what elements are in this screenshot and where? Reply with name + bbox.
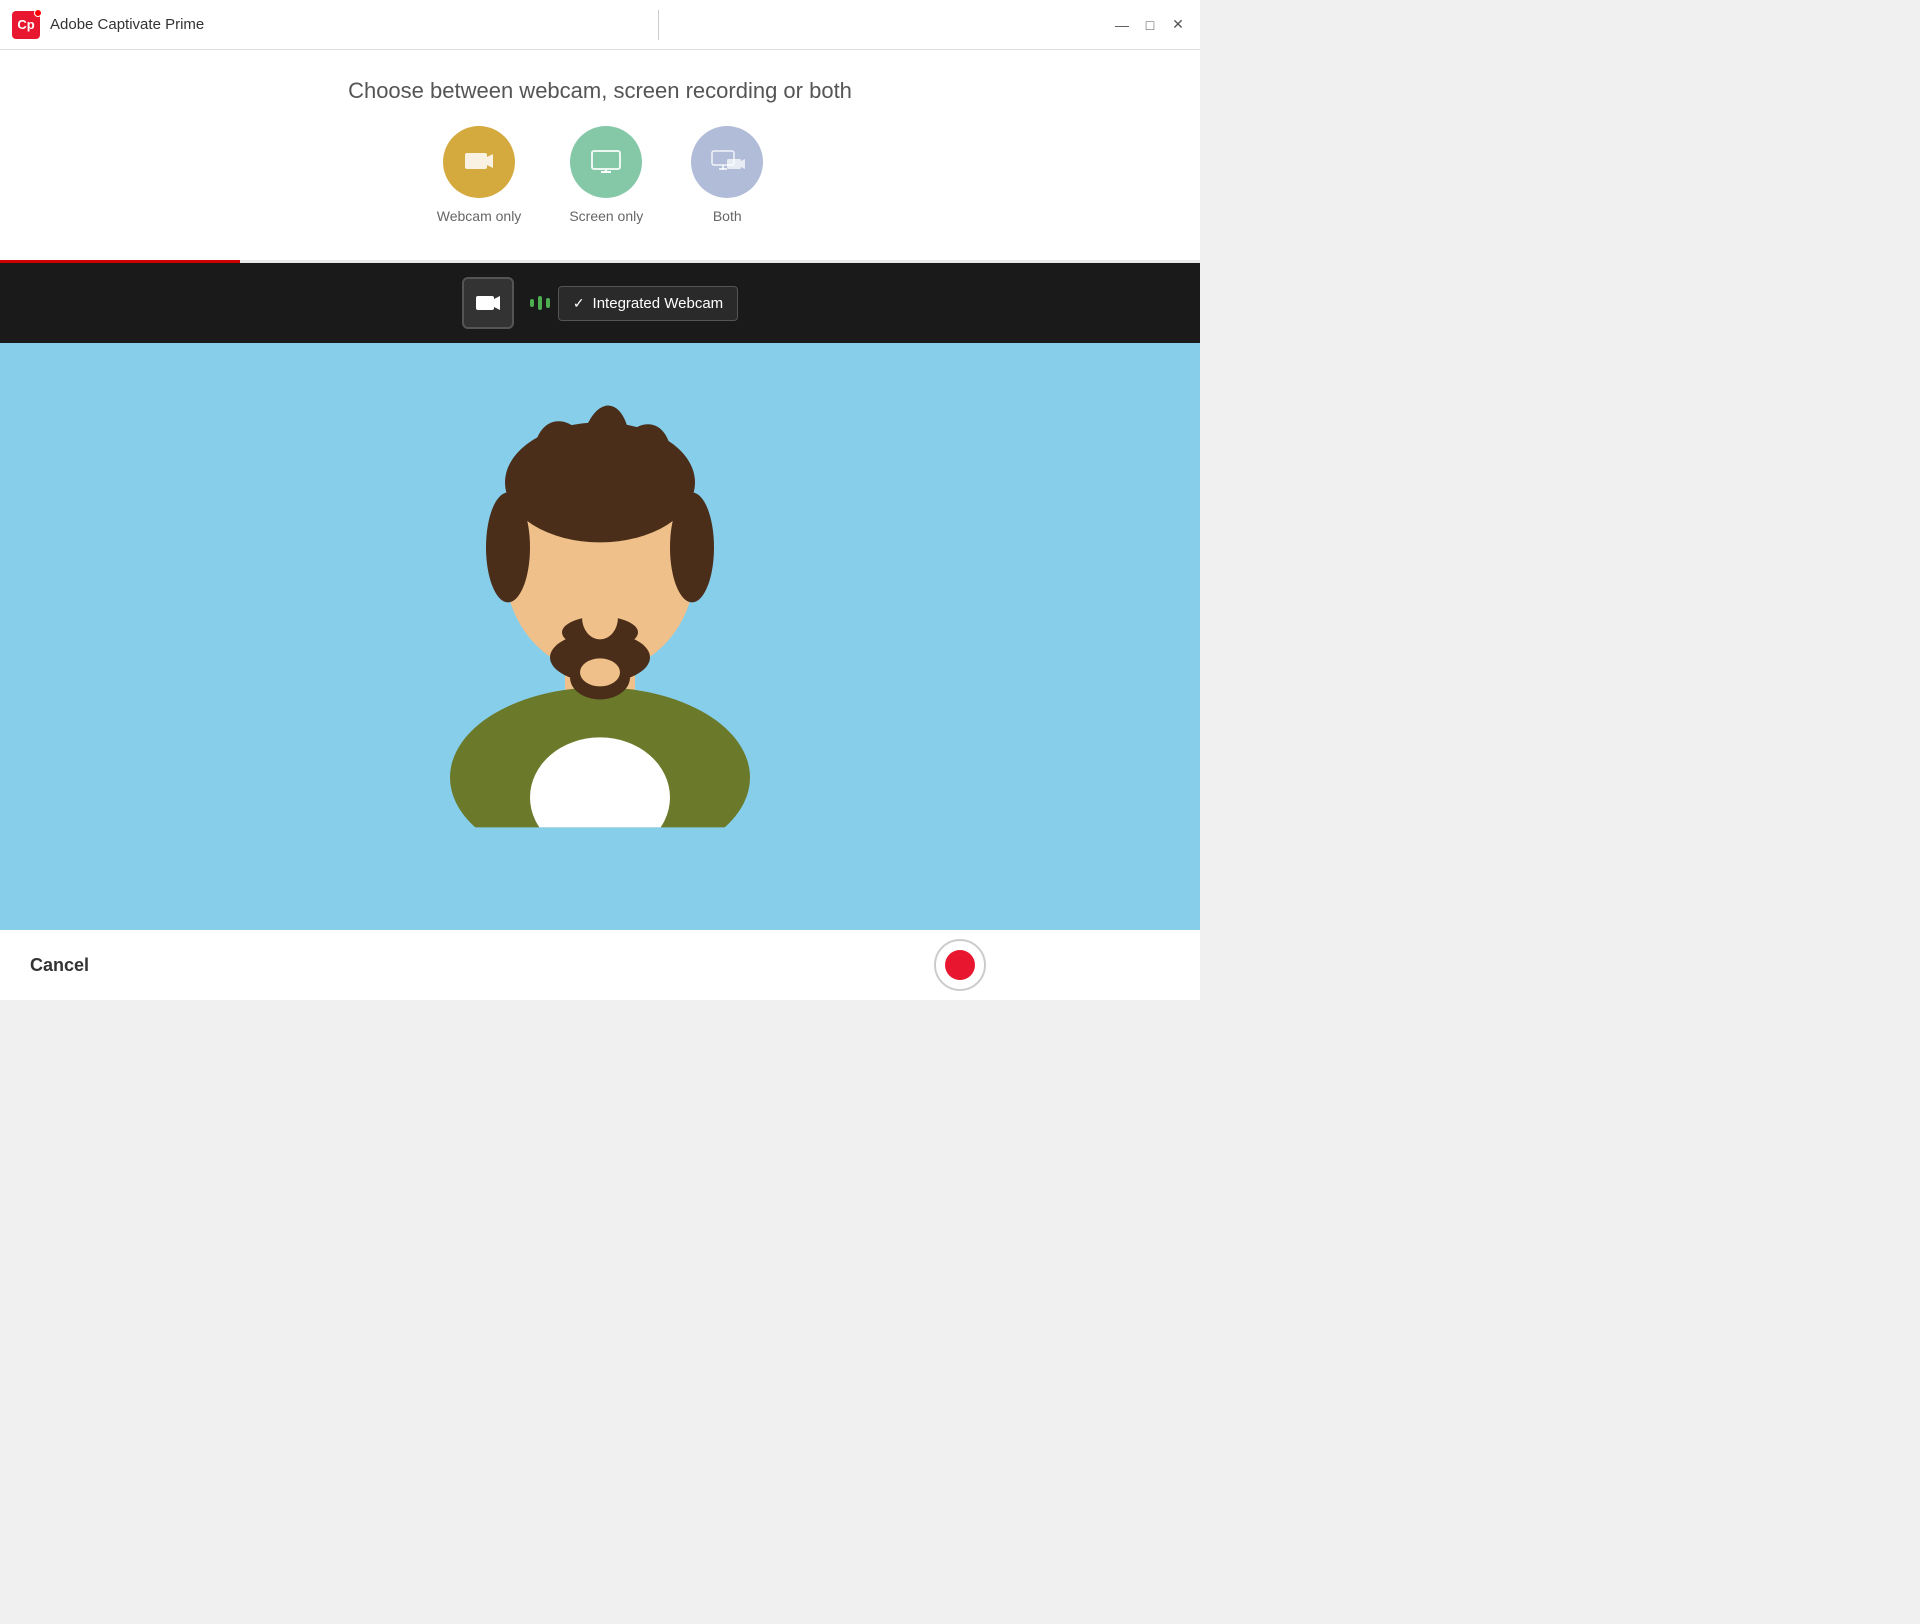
webcam-only-option[interactable]: Webcam only bbox=[437, 126, 522, 224]
camera-control-area: ✓ Integrated Webcam bbox=[462, 277, 738, 329]
microphone-level bbox=[530, 296, 550, 310]
mic-bar-2 bbox=[538, 296, 542, 310]
app-logo: Cp bbox=[12, 11, 40, 39]
header-section: Choose between webcam, screen recording … bbox=[0, 50, 1200, 260]
screen-only-label: Screen only bbox=[569, 208, 643, 224]
both-icon bbox=[709, 144, 745, 180]
avatar-svg bbox=[410, 347, 790, 827]
both-option[interactable]: Both bbox=[691, 126, 763, 224]
minimize-button[interactable]: — bbox=[1112, 18, 1132, 32]
record-button[interactable] bbox=[934, 939, 986, 991]
screen-only-option[interactable]: Screen only bbox=[569, 126, 643, 224]
window-controls: — □ ✕ bbox=[1112, 18, 1188, 32]
webcam-only-icon-circle bbox=[443, 126, 515, 198]
mic-bar-3 bbox=[546, 298, 550, 308]
webcam-dropdown[interactable]: ✓ Integrated Webcam bbox=[558, 286, 738, 321]
page-title: Choose between webcam, screen recording … bbox=[20, 78, 1180, 104]
footer: Cancel bbox=[0, 930, 1200, 1000]
title-bar-divider bbox=[658, 10, 659, 40]
both-icon-circle bbox=[691, 126, 763, 198]
screen-only-icon-circle bbox=[570, 126, 642, 198]
camera-icon bbox=[474, 289, 502, 317]
notification-dot bbox=[34, 9, 42, 17]
close-button[interactable]: ✕ bbox=[1168, 18, 1188, 32]
checkmark-icon: ✓ bbox=[573, 295, 585, 312]
both-label: Both bbox=[713, 208, 742, 224]
title-bar: Cp Adobe Captivate Prime — □ ✕ bbox=[0, 0, 1200, 50]
screen-only-icon bbox=[588, 144, 624, 180]
avatar-illustration bbox=[410, 347, 790, 827]
camera-controls-bar: ✓ Integrated Webcam bbox=[0, 263, 1200, 343]
app-title: Adobe Captivate Prime bbox=[50, 16, 204, 33]
webcam-preview: ✓ Integrated Webcam bbox=[0, 263, 1200, 930]
camera-toggle-button[interactable] bbox=[462, 277, 514, 329]
recording-options: Webcam only Screen only bbox=[20, 126, 1180, 224]
logo-text: Cp bbox=[17, 17, 34, 32]
mic-bar-1 bbox=[530, 299, 534, 307]
webcam-only-label: Webcam only bbox=[437, 208, 522, 224]
record-button-inner bbox=[945, 950, 975, 980]
title-bar-left: Cp Adobe Captivate Prime bbox=[12, 11, 204, 39]
maximize-button[interactable]: □ bbox=[1140, 18, 1160, 32]
webcam-only-icon bbox=[461, 144, 497, 180]
cancel-button[interactable]: Cancel bbox=[30, 955, 89, 976]
main-content: Choose between webcam, screen recording … bbox=[0, 50, 1200, 930]
webcam-device-name: Integrated Webcam bbox=[593, 295, 724, 312]
